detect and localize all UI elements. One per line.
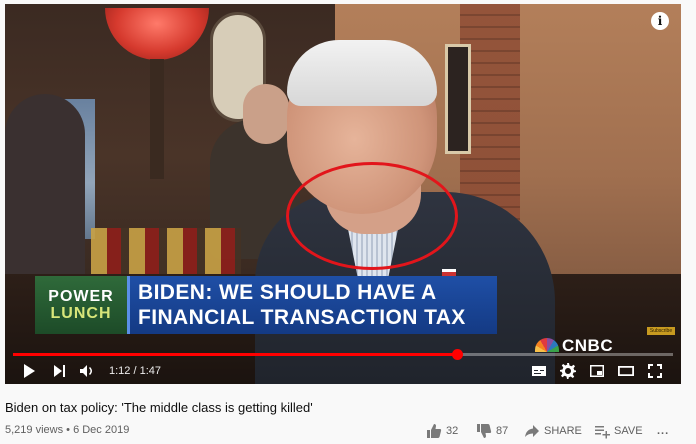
miniplayer-button[interactable] (587, 361, 607, 381)
thumbs-down-icon (477, 424, 492, 438)
theater-button[interactable] (616, 361, 636, 381)
playlist-add-icon (595, 426, 610, 439)
subscribe-badge[interactable]: Subscribe (647, 327, 675, 335)
dislike-button[interactable]: 87 (476, 421, 508, 441)
settings-button[interactable] (558, 361, 578, 381)
video-stats: 5,219 views • 6 Dec 2019 (5, 424, 129, 436)
more-actions-button[interactable]: ... (657, 421, 669, 441)
dislike-count: 87 (496, 425, 509, 437)
save-label: SAVE (614, 425, 643, 437)
miniplayer-icon (590, 365, 604, 377)
show-logo-bottom: LUNCH (50, 305, 112, 322)
theater-icon (618, 366, 634, 376)
headline-line-1: BIDEN: WE SHOULD HAVE A (138, 281, 437, 304)
current-time: 1:12 (109, 365, 131, 377)
upload-date: 6 Dec 2019 (73, 424, 130, 436)
video-title: Biden on tax policy: 'The middle class i… (5, 400, 313, 415)
headline-banner: BIDEN: WE SHOULD HAVE A FINANCIAL TRANSA… (127, 276, 497, 334)
headline-line-2: FINANCIAL TRANSACTION TAX (138, 306, 466, 329)
background-person-left (5, 94, 85, 294)
next-button[interactable] (49, 361, 69, 381)
time-display: 1:12 / 1:47 (109, 365, 162, 377)
volume-icon (80, 365, 92, 377)
news-lower-third: POWER LUNCH BIDEN: WE SHOULD HAVE A FINA… (35, 276, 497, 334)
share-label: SHARE (544, 425, 582, 437)
play-icon (24, 364, 35, 378)
share-icon (525, 425, 539, 437)
volume-button[interactable] (77, 361, 97, 381)
duration: 1:47 (139, 365, 162, 377)
stats-separator: • (63, 424, 74, 436)
like-button[interactable]: 32 (426, 421, 458, 441)
view-count: 5,219 views (5, 424, 64, 436)
like-count: 32 (446, 425, 459, 437)
background-person-face (243, 84, 289, 144)
video-player[interactable]: i POWER LUNCH BIDEN: WE SHOULD HAVE A FI… (5, 4, 681, 384)
next-icon (54, 365, 65, 377)
fullscreen-icon (648, 364, 662, 378)
play-button[interactable] (19, 361, 39, 381)
captions-icon (532, 366, 546, 376)
fullscreen-button[interactable] (645, 361, 665, 381)
background-picture-frame (445, 44, 471, 154)
progress-bar[interactable] (13, 349, 673, 360)
show-logo-top: POWER (48, 288, 114, 305)
more-icon: ... (657, 425, 670, 437)
share-button[interactable]: SHARE (524, 421, 582, 441)
player-controls: 1:12 / 1:47 (5, 358, 681, 384)
info-icon[interactable]: i (651, 12, 669, 30)
gear-icon (560, 363, 576, 379)
captions-button[interactable] (529, 361, 549, 381)
save-button[interactable]: SAVE (594, 421, 643, 441)
progress-fill (13, 353, 458, 356)
red-annotation-circle (286, 162, 458, 270)
thumbs-up-icon (427, 424, 442, 438)
show-logo: POWER LUNCH (35, 276, 127, 334)
peacock-icon (535, 338, 559, 352)
lamp-stem (150, 59, 164, 179)
youtube-watch-page: i POWER LUNCH BIDEN: WE SHOULD HAVE A FI… (0, 0, 696, 444)
speaker-hair (287, 40, 437, 106)
